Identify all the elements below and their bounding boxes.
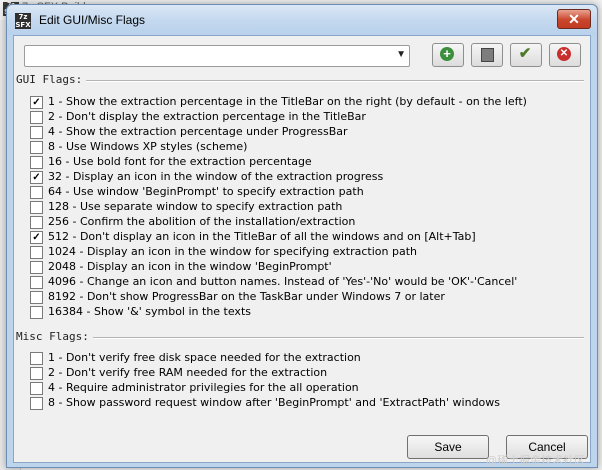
checkbox[interactable] (30, 352, 43, 365)
checkbox-label: 2 - Don't display the extraction percent… (48, 110, 366, 123)
checkbox[interactable] (30, 276, 43, 289)
checkbox-label: 1 - Don't verify free disk space needed … (48, 351, 361, 364)
edit-flags-dialog: 7z SFX Edit GUI/Misc Flags ✕ ▼ + ✔ ✕ GUI … (6, 4, 598, 468)
checkbox[interactable] (30, 261, 43, 274)
gui-flags-divider (18, 80, 584, 82)
misc-flags-divider (18, 337, 584, 339)
checkbox[interactable] (30, 246, 43, 259)
dialog-titlebar[interactable]: 7z SFX Edit GUI/Misc Flags ✕ (7, 5, 597, 35)
checkbox-label: 8 - Use Windows XP styles (scheme) (48, 140, 248, 153)
checkbox-label: 1 - Show the extraction percentage in th… (48, 95, 527, 108)
checkbox-label: 32 - Display an icon in the window of th… (48, 170, 384, 183)
checkbox[interactable] (30, 291, 43, 304)
checkbox[interactable] (30, 367, 43, 380)
checkbox[interactable] (30, 186, 43, 199)
misc-flags-title: Misc Flags: (16, 330, 93, 344)
save-button[interactable]: Save (407, 435, 489, 459)
checkbox-label: 512 - Don't display an icon in the Title… (48, 230, 476, 243)
delete-preset-button[interactable]: ✕ (549, 43, 581, 67)
checkbox[interactable] (30, 382, 43, 395)
checkbox[interactable]: ✓ (30, 96, 43, 109)
dialog-title: Edit GUI/Misc Flags (39, 13, 146, 27)
checkbox-label: 8192 - Don't show ProgressBar on the Tas… (48, 290, 445, 303)
dialog-client-area: ▼ + ✔ ✕ GUI Flags: ✓ 1 - Show the extract… (13, 35, 591, 463)
add-preset-button[interactable]: + (432, 43, 464, 67)
checkbox[interactable] (30, 126, 43, 139)
checkbox-label: 4 - Require administrator privilegies fo… (48, 381, 359, 394)
checkbox[interactable]: ✓ (30, 231, 43, 244)
checkbox-label: 64 - Use window 'BeginPrompt' to specify… (48, 185, 364, 198)
checkbox-label: 2 - Don't verify free RAM needed for the… (48, 366, 328, 379)
checkbox[interactable] (30, 306, 43, 319)
app-icon: 7z SFX (15, 13, 31, 29)
checkbox-label: 8 - Show password request window after '… (48, 396, 501, 409)
checkbox-label: 16 - Use bold font for the extraction pe… (48, 155, 312, 168)
add-icon: + (440, 47, 454, 61)
checkbox-label: 4096 - Change an icon and button names. … (48, 275, 518, 288)
checkbox[interactable] (30, 216, 43, 229)
copy-preset-button[interactable] (471, 43, 503, 67)
check-icon: ✔ (518, 45, 532, 62)
checkbox[interactable] (30, 397, 43, 410)
delete-icon: ✕ (557, 47, 571, 61)
checkbox[interactable]: ✓ (30, 171, 43, 184)
chevron-down-icon[interactable]: ▼ (396, 49, 406, 60)
flags-preset-dropdown[interactable]: ▼ (24, 45, 410, 67)
gui-flags-title: GUI Flags: (16, 73, 87, 87)
checkbox-label: 4 - Show the extraction percentage under… (48, 125, 348, 138)
checkbox-label: 1024 - Display an icon in the window for… (48, 245, 417, 258)
checkbox-label: 128 - Use separate window to specify ext… (48, 200, 343, 213)
checkbox[interactable] (30, 156, 43, 169)
checkbox-label: 16384 - Show '&' symbol in the texts (48, 305, 251, 318)
checkbox-label: 256 - Confirm the abolition of the insta… (48, 215, 356, 228)
close-icon[interactable]: ✕ (557, 9, 591, 29)
apply-preset-button[interactable]: ✔ (510, 43, 542, 67)
copy-icon (481, 48, 494, 62)
checkbox[interactable] (30, 201, 43, 214)
checkbox-label: 2048 - Display an icon in the window 'Be… (48, 260, 332, 273)
checkbox[interactable] (30, 141, 43, 154)
watermark: @稀土掘金技术社区 (486, 455, 586, 467)
checkbox[interactable] (30, 111, 43, 124)
